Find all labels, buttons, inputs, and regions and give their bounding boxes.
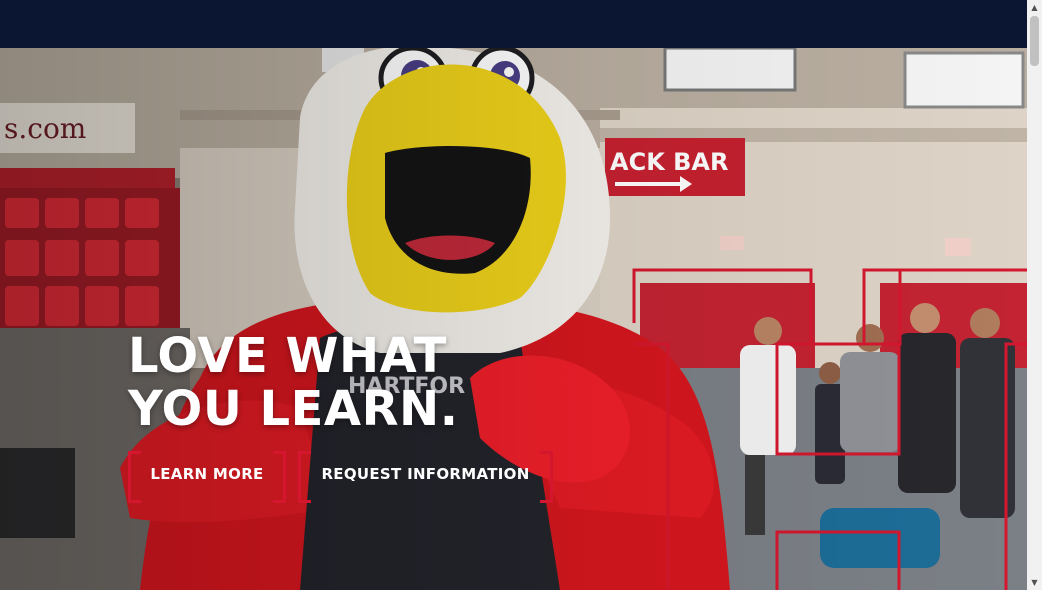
vertical-scrollbar[interactable]: ▲ ▼ — [1027, 0, 1042, 590]
learn-more-button[interactable]: LEARN MORE — [128, 451, 286, 503]
hero-background-image: s.com ACK BAR — [0, 48, 1027, 590]
hero-headline: LOVE WHAT YOU LEARN. — [128, 330, 458, 436]
request-information-button[interactable]: REQUEST INFORMATION — [298, 451, 553, 503]
hero-video-section: s.com ACK BAR — [0, 48, 1027, 590]
headline-line-2: YOU LEARN. — [128, 381, 459, 437]
scroll-up-arrow-icon[interactable]: ▲ — [1027, 0, 1042, 15]
scroll-thumb[interactable] — [1030, 16, 1039, 66]
site-header-bar — [0, 0, 1027, 48]
scroll-down-arrow-icon[interactable]: ▼ — [1027, 575, 1042, 590]
headline-line-1: LOVE WHAT — [128, 328, 447, 384]
